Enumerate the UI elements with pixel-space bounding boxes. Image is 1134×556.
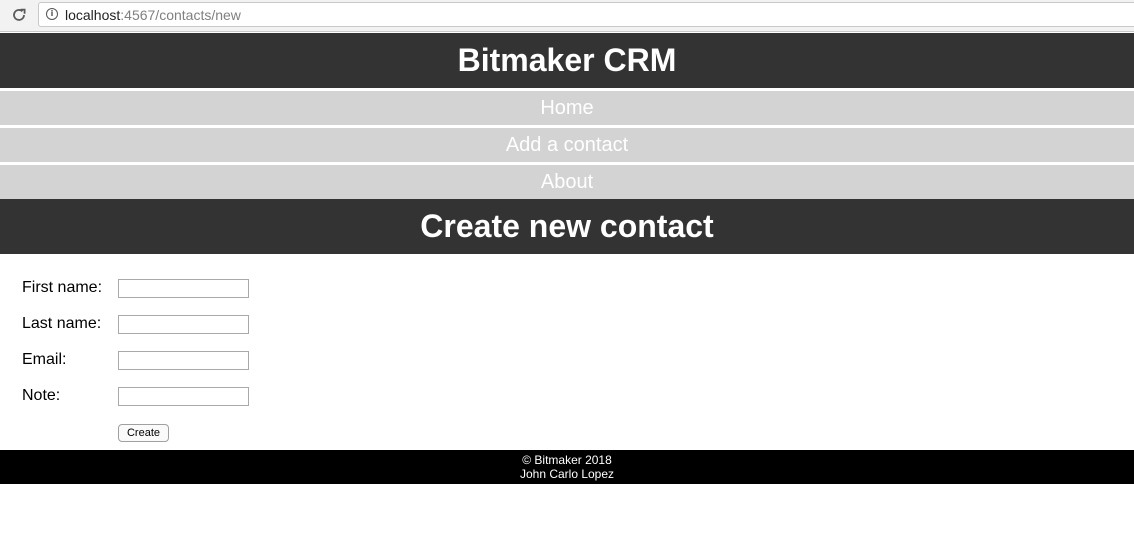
url-path: :4567/contacts/new <box>120 7 241 23</box>
nav-link-label: Add a contact <box>505 134 629 156</box>
form-row-note: Note: <box>0 384 400 408</box>
form-row-first-name: First name: <box>0 276 400 300</box>
nav-link-label: About <box>540 171 594 193</box>
nav-link-add-contact[interactable]: Add a contact <box>0 128 1134 162</box>
reload-icon[interactable] <box>10 6 28 24</box>
footer-copyright: © Bitmaker 2018 <box>522 453 612 467</box>
form-row-last-name: Last name: <box>0 312 400 336</box>
site-title: Bitmaker CRM <box>457 42 677 78</box>
browser-toolbar: i localhost:4567/contacts/new <box>0 0 1134 32</box>
create-button[interactable]: Create <box>118 424 169 442</box>
first-name-input[interactable] <box>118 279 249 298</box>
info-icon[interactable]: i <box>46 8 58 20</box>
note-input[interactable] <box>118 387 249 406</box>
url-text[interactable]: localhost:4567/contacts/new <box>65 7 241 23</box>
nav-link-home[interactable]: Home <box>0 91 1134 125</box>
site-header: Bitmaker CRM <box>0 33 1134 88</box>
page-title: Create new contact <box>0 199 1134 254</box>
email-input[interactable] <box>118 351 249 370</box>
nav-link-about[interactable]: About <box>0 165 1134 199</box>
last-name-input[interactable] <box>118 315 249 334</box>
nav-link-label: Home <box>540 97 594 119</box>
first-name-label: First name: <box>22 279 103 296</box>
url-host: localhost <box>65 7 121 23</box>
form-row-email: Email: <box>0 348 400 372</box>
last-name-label: Last name: <box>22 315 102 332</box>
note-label: Note: <box>22 387 61 404</box>
page-title-text: Create new contact <box>420 208 714 244</box>
footer-author: John Carlo Lopez <box>519 467 615 481</box>
site-footer: © Bitmaker 2018 John Carlo Lopez <box>0 450 1134 484</box>
email-label: Email: <box>22 351 67 368</box>
address-bar[interactable]: i localhost:4567/contacts/new <box>38 2 1134 27</box>
